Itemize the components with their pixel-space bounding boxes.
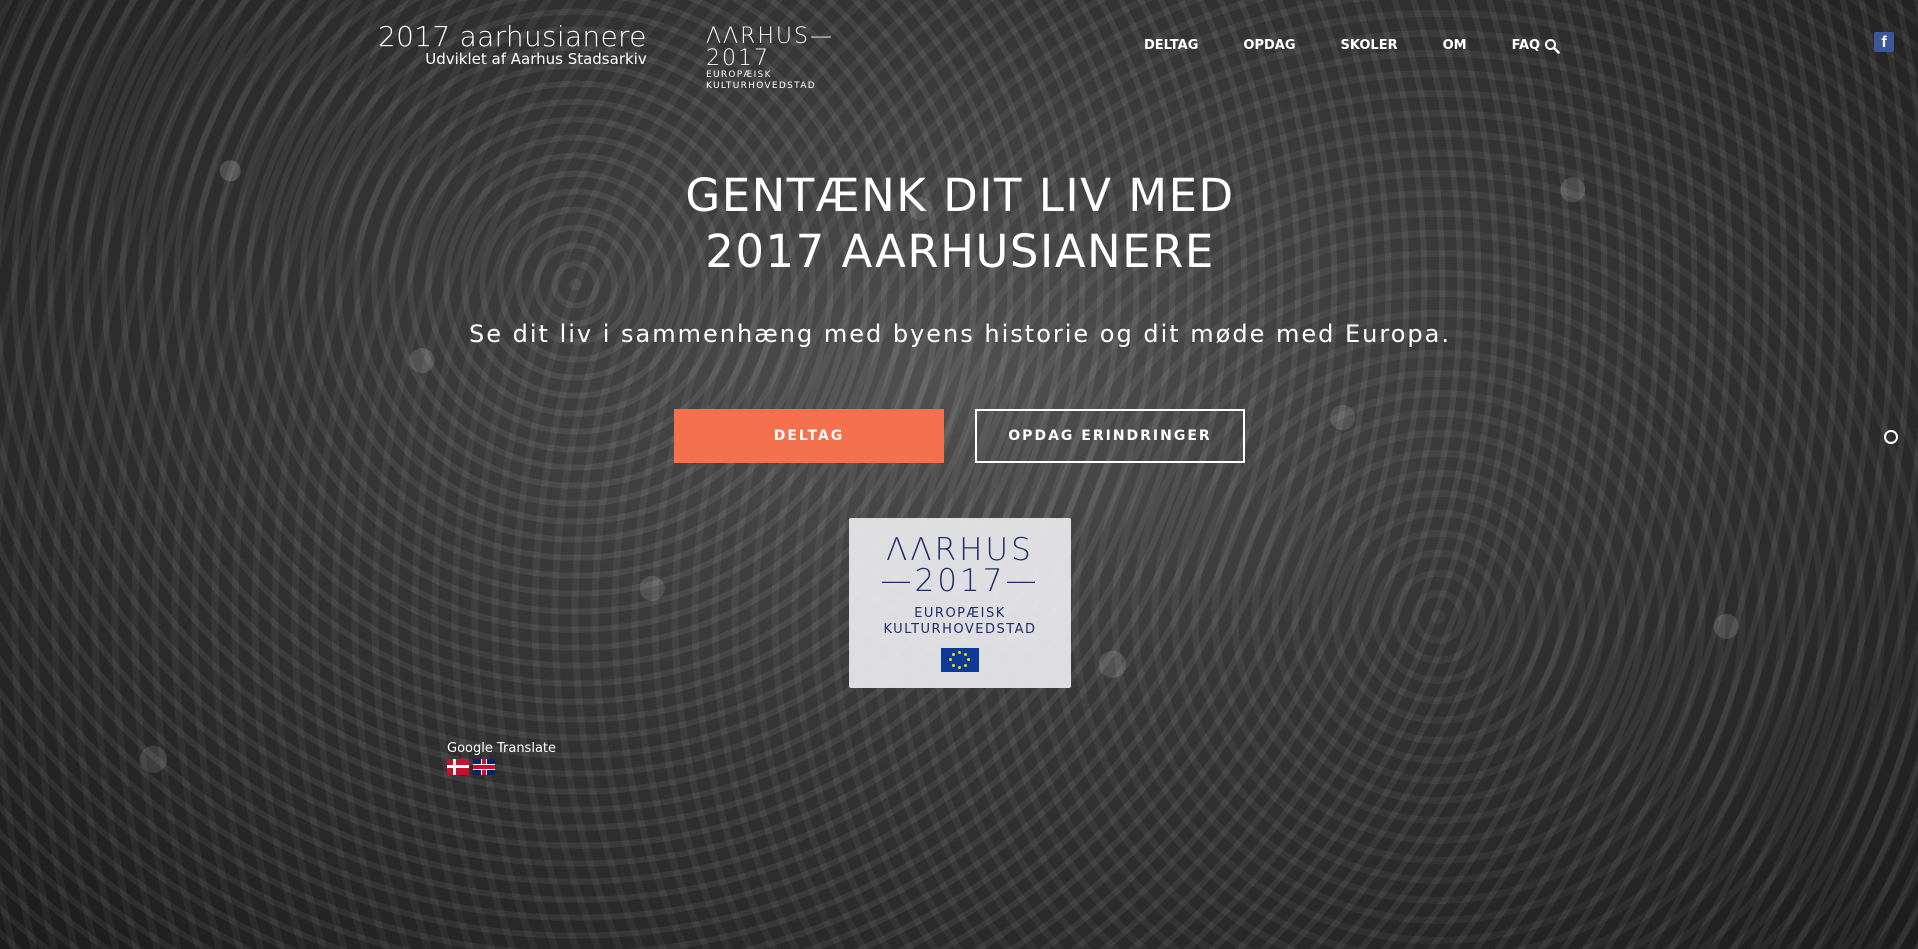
deltag-button[interactable]: DELTAG bbox=[674, 409, 944, 463]
nav-item-opdag[interactable]: OPDAG bbox=[1243, 38, 1295, 54]
google-translate-label: Google Translate bbox=[447, 741, 557, 756]
hero-background-photo bbox=[0, 0, 1918, 949]
brand-title[interactable]: 2017 aarhusianere bbox=[378, 22, 647, 52]
aarhus-2017-logo[interactable]: ΛΛRHUS—2017 EUROPÆISK KULTURHOVEDSTAD bbox=[706, 26, 896, 92]
uk-flag-icon[interactable] bbox=[473, 759, 495, 775]
slider-dot[interactable] bbox=[1884, 430, 1898, 444]
opdag-erindringer-button[interactable]: OPDAG ERINDRINGER bbox=[975, 409, 1245, 463]
logo-sub-text-2: KULTURHOVEDSTAD bbox=[706, 81, 816, 91]
hero-title-line-2: 2017 AARHUSIANERE bbox=[705, 225, 1215, 278]
hero-title: GENTÆNK DIT LIV MED 2017 AARHUSIANERE bbox=[620, 168, 1300, 280]
nav-item-deltag[interactable]: DELTAG bbox=[1144, 38, 1198, 54]
hero-subtitle: Se dit liv i sammenhæng med byens histor… bbox=[469, 320, 1451, 348]
translate-flags bbox=[447, 759, 495, 775]
nav-item-om[interactable]: OM bbox=[1443, 38, 1467, 54]
european-capital-of-culture-badge[interactable]: ΛΛRHUS —2017— EUROPÆISK KULTURHOVEDSTAD bbox=[849, 518, 1071, 688]
hero-title-line-1: GENTÆNK DIT LIV MED bbox=[685, 169, 1235, 222]
search-icon[interactable] bbox=[1544, 38, 1560, 54]
logo-main-text: ΛΛRHUS—2017 bbox=[706, 24, 834, 71]
nav-item-skoler[interactable]: SKOLER bbox=[1341, 38, 1398, 54]
badge-line-4: KULTURHOVEDSTAD bbox=[883, 622, 1037, 637]
badge-line-2: —2017— bbox=[880, 563, 1040, 599]
site-brand[interactable]: 2017 aarhusianere Udviklet af Aarhus Sta… bbox=[378, 22, 647, 69]
logo-sub-text-1: EUROPÆISK bbox=[706, 70, 772, 80]
danish-flag-icon[interactable] bbox=[447, 759, 469, 775]
badge-line-3: EUROPÆISK bbox=[914, 606, 1006, 621]
eu-flag-icon bbox=[941, 648, 979, 672]
nav-item-faq[interactable]: FAQ bbox=[1512, 38, 1541, 54]
main-nav: DELTAG OPDAG SKOLER OM FAQ bbox=[1144, 38, 1585, 54]
badge-line-1: ΛΛRHUS bbox=[886, 532, 1034, 568]
facebook-icon[interactable]: f bbox=[1874, 32, 1894, 52]
